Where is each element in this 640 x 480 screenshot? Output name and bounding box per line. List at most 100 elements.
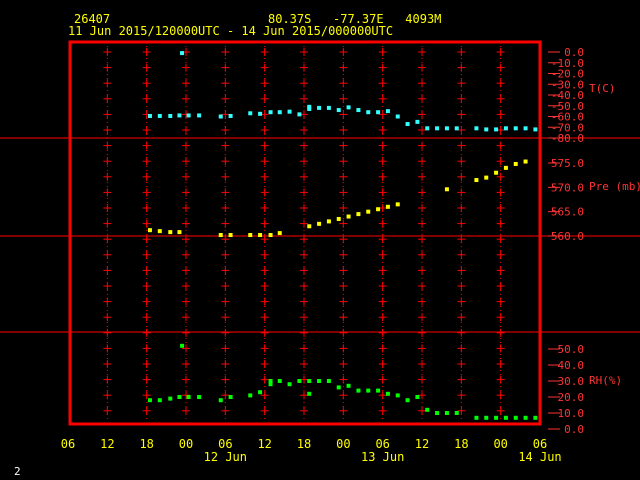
pressure-point (268, 233, 273, 238)
temperature-point (218, 114, 223, 119)
humidity-point (523, 415, 528, 420)
humidity-point (177, 395, 182, 399)
temperature-point (405, 122, 410, 127)
humidity-point (474, 415, 479, 420)
temperature-point (346, 105, 351, 110)
x-tick-label: 00 (336, 437, 350, 451)
pressure-point (356, 212, 361, 217)
pressure-point (366, 209, 371, 214)
pressure-point (444, 187, 449, 192)
x-tick-label: 18 (297, 437, 311, 451)
pressure-point (147, 228, 152, 233)
humidity-point (268, 379, 273, 383)
x-axis: 06 12 18 00 06 12 18 00 06 12 18 00 0612 Jun 13 Jun 14… (61, 437, 562, 464)
humidity-point (385, 391, 390, 396)
temperature-point (186, 113, 191, 118)
y-tick-label: 20.0 (558, 391, 585, 404)
y-tick-label: 40.0 (558, 359, 585, 372)
sounding-chart: 06 12 18 00 06 12 18 00 06 12 18 00 0612 Jun 13 Jun 14… (0, 40, 640, 464)
temperature-point (287, 109, 292, 114)
humidity-point (248, 393, 253, 398)
humidity-point (425, 407, 430, 412)
humidity-point (147, 398, 152, 403)
y-tick-label: 30.0 (558, 375, 585, 388)
humidity-point (258, 390, 263, 395)
y-tick-label: 50.0 (558, 343, 585, 356)
pressure-point (248, 233, 253, 238)
humidity-point (157, 398, 162, 403)
y-tick-label: 570.0 (551, 181, 584, 194)
temperature-point (356, 108, 361, 113)
temperature-point (474, 126, 479, 131)
temperature-point (454, 126, 459, 131)
pressure-point (228, 233, 233, 238)
humidity-point (533, 415, 538, 420)
page-number: 2 (14, 465, 21, 478)
temperature-point (297, 112, 302, 117)
x-date-label: 14 Jun (518, 450, 561, 464)
humidity-point (454, 411, 459, 415)
x-tick-label: 00 (179, 437, 193, 451)
pressure-point (307, 224, 312, 229)
temperature-point (258, 111, 263, 116)
y-tick-label: 0.0 (564, 423, 584, 436)
y-tick-label: 10.0 (558, 407, 585, 420)
pressure-point (484, 175, 489, 180)
pressure-point (503, 165, 508, 170)
temperature-point (523, 126, 528, 131)
x-tick-label: 12 (415, 437, 429, 451)
pressure-point (523, 159, 528, 164)
humidity-point (277, 379, 282, 383)
pressure-point (277, 231, 282, 236)
pressure-point (177, 230, 182, 235)
temperature-point (157, 113, 162, 118)
humidity-point (197, 395, 202, 399)
temperature-point (277, 110, 282, 115)
temperature-point (444, 126, 449, 131)
y-axis-title: RH(%) (589, 374, 622, 387)
temperature-point (513, 126, 518, 131)
temperature-point (376, 110, 381, 115)
temperature-point (317, 105, 322, 110)
temperature-point (268, 110, 273, 115)
temperature-point (425, 126, 430, 131)
humidity-point (503, 415, 508, 420)
temperature-point (326, 105, 331, 110)
temperature-point (180, 51, 185, 56)
pressure-point (258, 233, 263, 238)
humidity-point (307, 379, 312, 383)
pressure-point (168, 230, 173, 235)
humidity-point (494, 415, 499, 420)
temperature-point (177, 113, 182, 118)
humidity-point (317, 379, 322, 383)
humidity-point (287, 382, 292, 387)
pressure-point (346, 214, 351, 219)
temperature-point (533, 127, 538, 132)
y-tick-label: 575.0 (551, 157, 584, 170)
humidity-point (346, 383, 351, 388)
pressure-point (474, 178, 479, 183)
pressure-point (336, 216, 341, 221)
y-tick-label: 560.0 (551, 230, 584, 243)
pressure-point (218, 233, 223, 238)
humidity-point (513, 415, 518, 420)
pressure-point (395, 202, 400, 207)
humidity-point (307, 391, 312, 396)
humidity-point (376, 388, 381, 393)
temperature-point (395, 114, 400, 119)
humidity-point (228, 395, 233, 399)
humidity-point (168, 396, 173, 401)
pressure-point (157, 229, 162, 234)
temperature-point (228, 113, 233, 118)
x-tick-label: 18 (454, 437, 468, 451)
x-tick-label: 12 (100, 437, 114, 451)
temperature-point (336, 108, 341, 113)
pressure-point (376, 207, 381, 212)
x-tick-label: 12 (257, 437, 271, 451)
humidity-point (356, 388, 361, 393)
x-date-label: 13 Jun (361, 450, 404, 464)
temperature-point (147, 113, 152, 118)
humidity-point (218, 398, 223, 403)
pressure-point (326, 219, 331, 224)
humidity-point (186, 395, 191, 399)
